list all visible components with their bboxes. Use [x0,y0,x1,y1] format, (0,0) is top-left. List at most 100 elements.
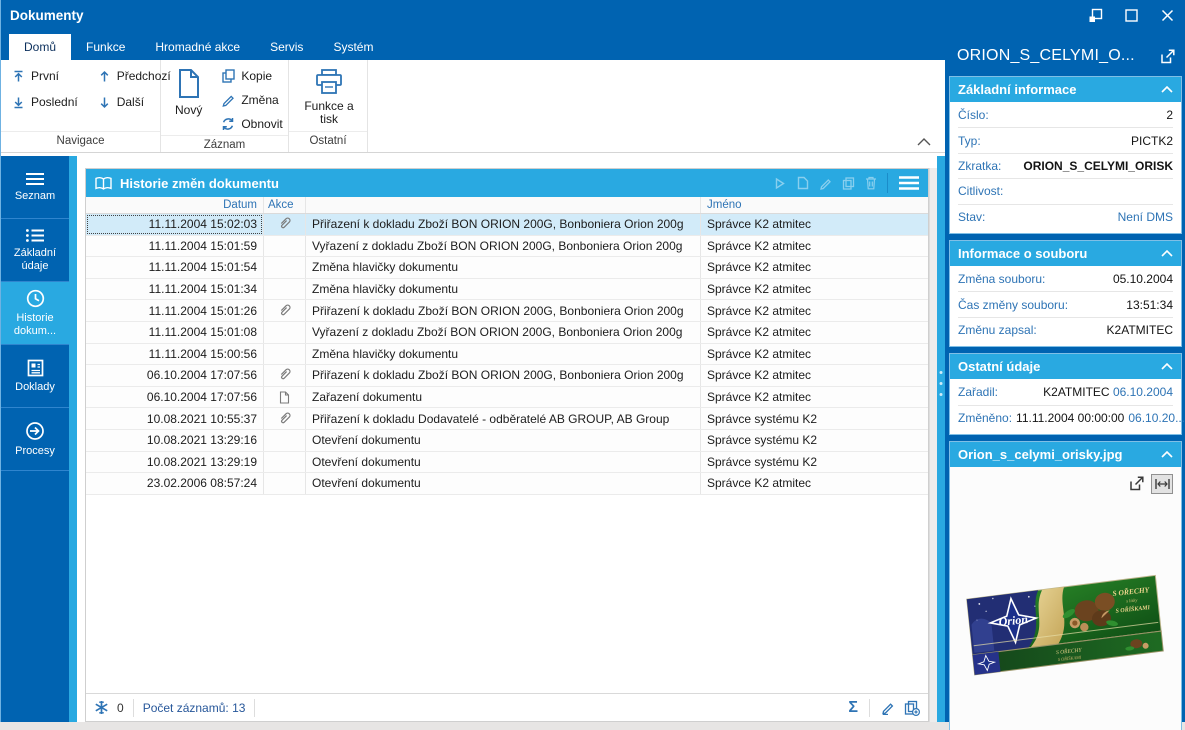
history-table: Historie změn dokumentu Datum Akce Jméno… [85,168,929,722]
fit-width-icon[interactable] [1151,473,1173,494]
row-user: Správce K2 atmitec [707,476,812,491]
menu-icon [26,172,44,185]
sidebar-item-historie-dokumentu[interactable]: Historie dokum... [1,282,69,345]
print-functions-button[interactable]: Funkce a tisk [297,65,361,131]
flag-count: 0 [117,700,124,715]
row-datum: 11.11.2004 15:01:59 [148,238,257,253]
table-row[interactable]: 11.11.2004 15:02:03 Přiřazení k dokladu … [86,214,928,236]
new-label: Nový [175,103,203,117]
edit-icon[interactable] [819,177,832,190]
next-label: Další [116,95,145,109]
section-title: Základní informace [958,82,1077,97]
right-splitter[interactable] [937,156,945,722]
chevron-up-icon[interactable] [1161,363,1173,370]
table-row[interactable]: 11.11.2004 15:00:56 Změna hlavičky dokum… [86,343,928,366]
row-user: Správce K2 atmitec [707,217,812,232]
table-row[interactable]: 06.10.2004 17:07:56 Přiřazení k dokladu … [86,365,928,387]
table-row[interactable]: 11.11.2004 15:01:34 Změna hlavičky dokum… [86,278,928,301]
tab-system[interactable]: Systém [318,34,388,60]
column-header-datum[interactable]: Datum [86,199,263,211]
row-action: Vyřazení z dokladu Zboží BON ORION 200G,… [306,321,701,343]
sidebar-item-doklady[interactable]: Doklady [1,345,69,408]
field-zaradil: Zařadil: K2ATMITEC 06.10.2004 [958,380,1173,406]
table-row[interactable]: 23.02.2006 08:57:24 Otevření dokumentu S… [86,473,928,495]
new-doc-icon[interactable] [796,176,809,190]
tab-domu[interactable]: Domů [9,34,72,60]
paperclip-icon [263,408,306,429]
edit-note-icon[interactable] [881,701,895,715]
ribbon-group-zaznam: Nový Kopie Změna Obnovit Záznam [161,60,289,152]
field-zmenu-zapsal: Změnu zapsal: K2ATMITEC [958,323,1173,338]
table-status-bar: 0 Počet záznamů: 13 Σ [86,693,928,721]
table-row[interactable]: 10.08.2021 13:29:16 Otevření dokumentu S… [86,429,928,452]
left-splitter[interactable] [69,156,77,722]
row-action: Vyřazení z dokladu Zboží BON ORION 200G,… [306,235,701,257]
collapse-ribbon-icon[interactable] [917,138,931,146]
sidebar-label: Seznam [14,189,56,202]
table-row[interactable]: 10.08.2021 13:29:19 Otevření dokumentu S… [86,451,928,474]
copy-icon[interactable] [842,176,855,190]
first-label: První [31,69,60,83]
row-user: Správce systému K2 [707,411,818,426]
chevron-up-icon[interactable] [1161,86,1173,93]
chevron-up-icon[interactable] [1161,249,1173,257]
row-datum: 11.11.2004 15:01:26 [148,303,257,318]
delete-icon[interactable] [865,176,877,190]
sidebar-label: Procesy [15,444,55,457]
table-scrollbar[interactable] [929,168,937,722]
open-external-icon[interactable] [1159,48,1176,65]
sidebar-item-procesy[interactable]: Procesy [1,408,69,471]
column-header-jmeno[interactable]: Jméno [701,199,928,211]
table-row[interactable]: 11.11.2004 15:01:59 Vyřazení z dokladu Z… [86,235,928,258]
row-datum: 06.10.2004 17:07:56 [146,390,257,405]
restore-icon[interactable] [1084,4,1106,26]
ribbon: První Poslední Předchozí Další Navigace … [1,60,945,153]
row-datum: 11.11.2004 15:01:34 [148,282,257,297]
paperclip-icon [263,214,306,235]
record-count: Počet záznamů: 13 [142,700,246,715]
table-row[interactable]: 11.11.2004 15:01:54 Změna hlavičky dokum… [86,257,928,279]
column-header-akce[interactable]: Akce [263,197,306,213]
clock-icon [26,289,44,308]
field-typ: Typ: PICTK2 [958,128,1173,154]
row-datum: 06.10.2004 17:07:56 [146,368,257,383]
close-icon[interactable] [1156,4,1178,26]
open-image-external-icon[interactable] [1128,475,1145,492]
last-button[interactable]: Poslední [9,91,81,113]
row-action: Změna hlavičky dokumentu [306,278,701,300]
document-icon [263,386,306,408]
sidebar-item-seznam[interactable]: Seznam [1,156,69,219]
row-action: Přiřazení k dokladu Dodavatelé - odběrat… [306,408,701,429]
row-user: Správce K2 atmitec [707,238,812,253]
chevron-up-icon[interactable] [1161,450,1173,458]
first-button[interactable]: První [9,65,81,87]
table-row[interactable]: 10.08.2021 10:55:37 Přiřazení k dokladu … [86,408,928,430]
refresh-button[interactable]: Obnovit [218,113,285,135]
copy-label: Kopie [241,69,273,83]
list-icon [26,229,44,242]
table-menu-icon[interactable] [898,175,920,191]
section-ostatni-udaje: Ostatní údaje Zařadil: K2ATMITEC 06.10.2… [949,353,1185,435]
maximize-icon[interactable] [1120,4,1142,26]
copy-add-icon[interactable] [904,700,920,716]
table-row[interactable]: 06.10.2004 17:07:56 Zařazení dokumentu S… [86,386,928,409]
play-icon[interactable] [773,177,786,190]
tab-hromadne-akce[interactable]: Hromadné akce [140,34,255,60]
sidebar-item-zakladni-udaje[interactable]: Základní údaje [1,219,69,282]
tab-servis[interactable]: Servis [255,34,318,60]
table-row[interactable]: 11.11.2004 15:01:26 Přiřazení k dokladu … [86,300,928,322]
column-header-description[interactable] [306,197,701,213]
copy-button[interactable]: Kopie [218,65,285,87]
sum-icon[interactable]: Σ [848,699,858,716]
row-action: Otevření dokumentu [306,451,701,473]
last-label: Poslední [31,95,78,109]
row-datum: 10.08.2021 13:29:16 [146,433,257,448]
new-document-icon [179,69,200,98]
section-title: Ostatní údaje [958,359,1041,375]
tab-funkce[interactable]: Funkce [71,34,140,60]
table-row[interactable]: 11.11.2004 15:01:08 Vyřazení z dokladu Z… [86,321,928,344]
new-button[interactable]: Nový [169,65,208,135]
row-action: Přiřazení k dokladu Zboží BON ORION 200G… [306,214,701,235]
change-button[interactable]: Změna [218,89,285,111]
arrow-up-bar-icon [14,70,23,81]
